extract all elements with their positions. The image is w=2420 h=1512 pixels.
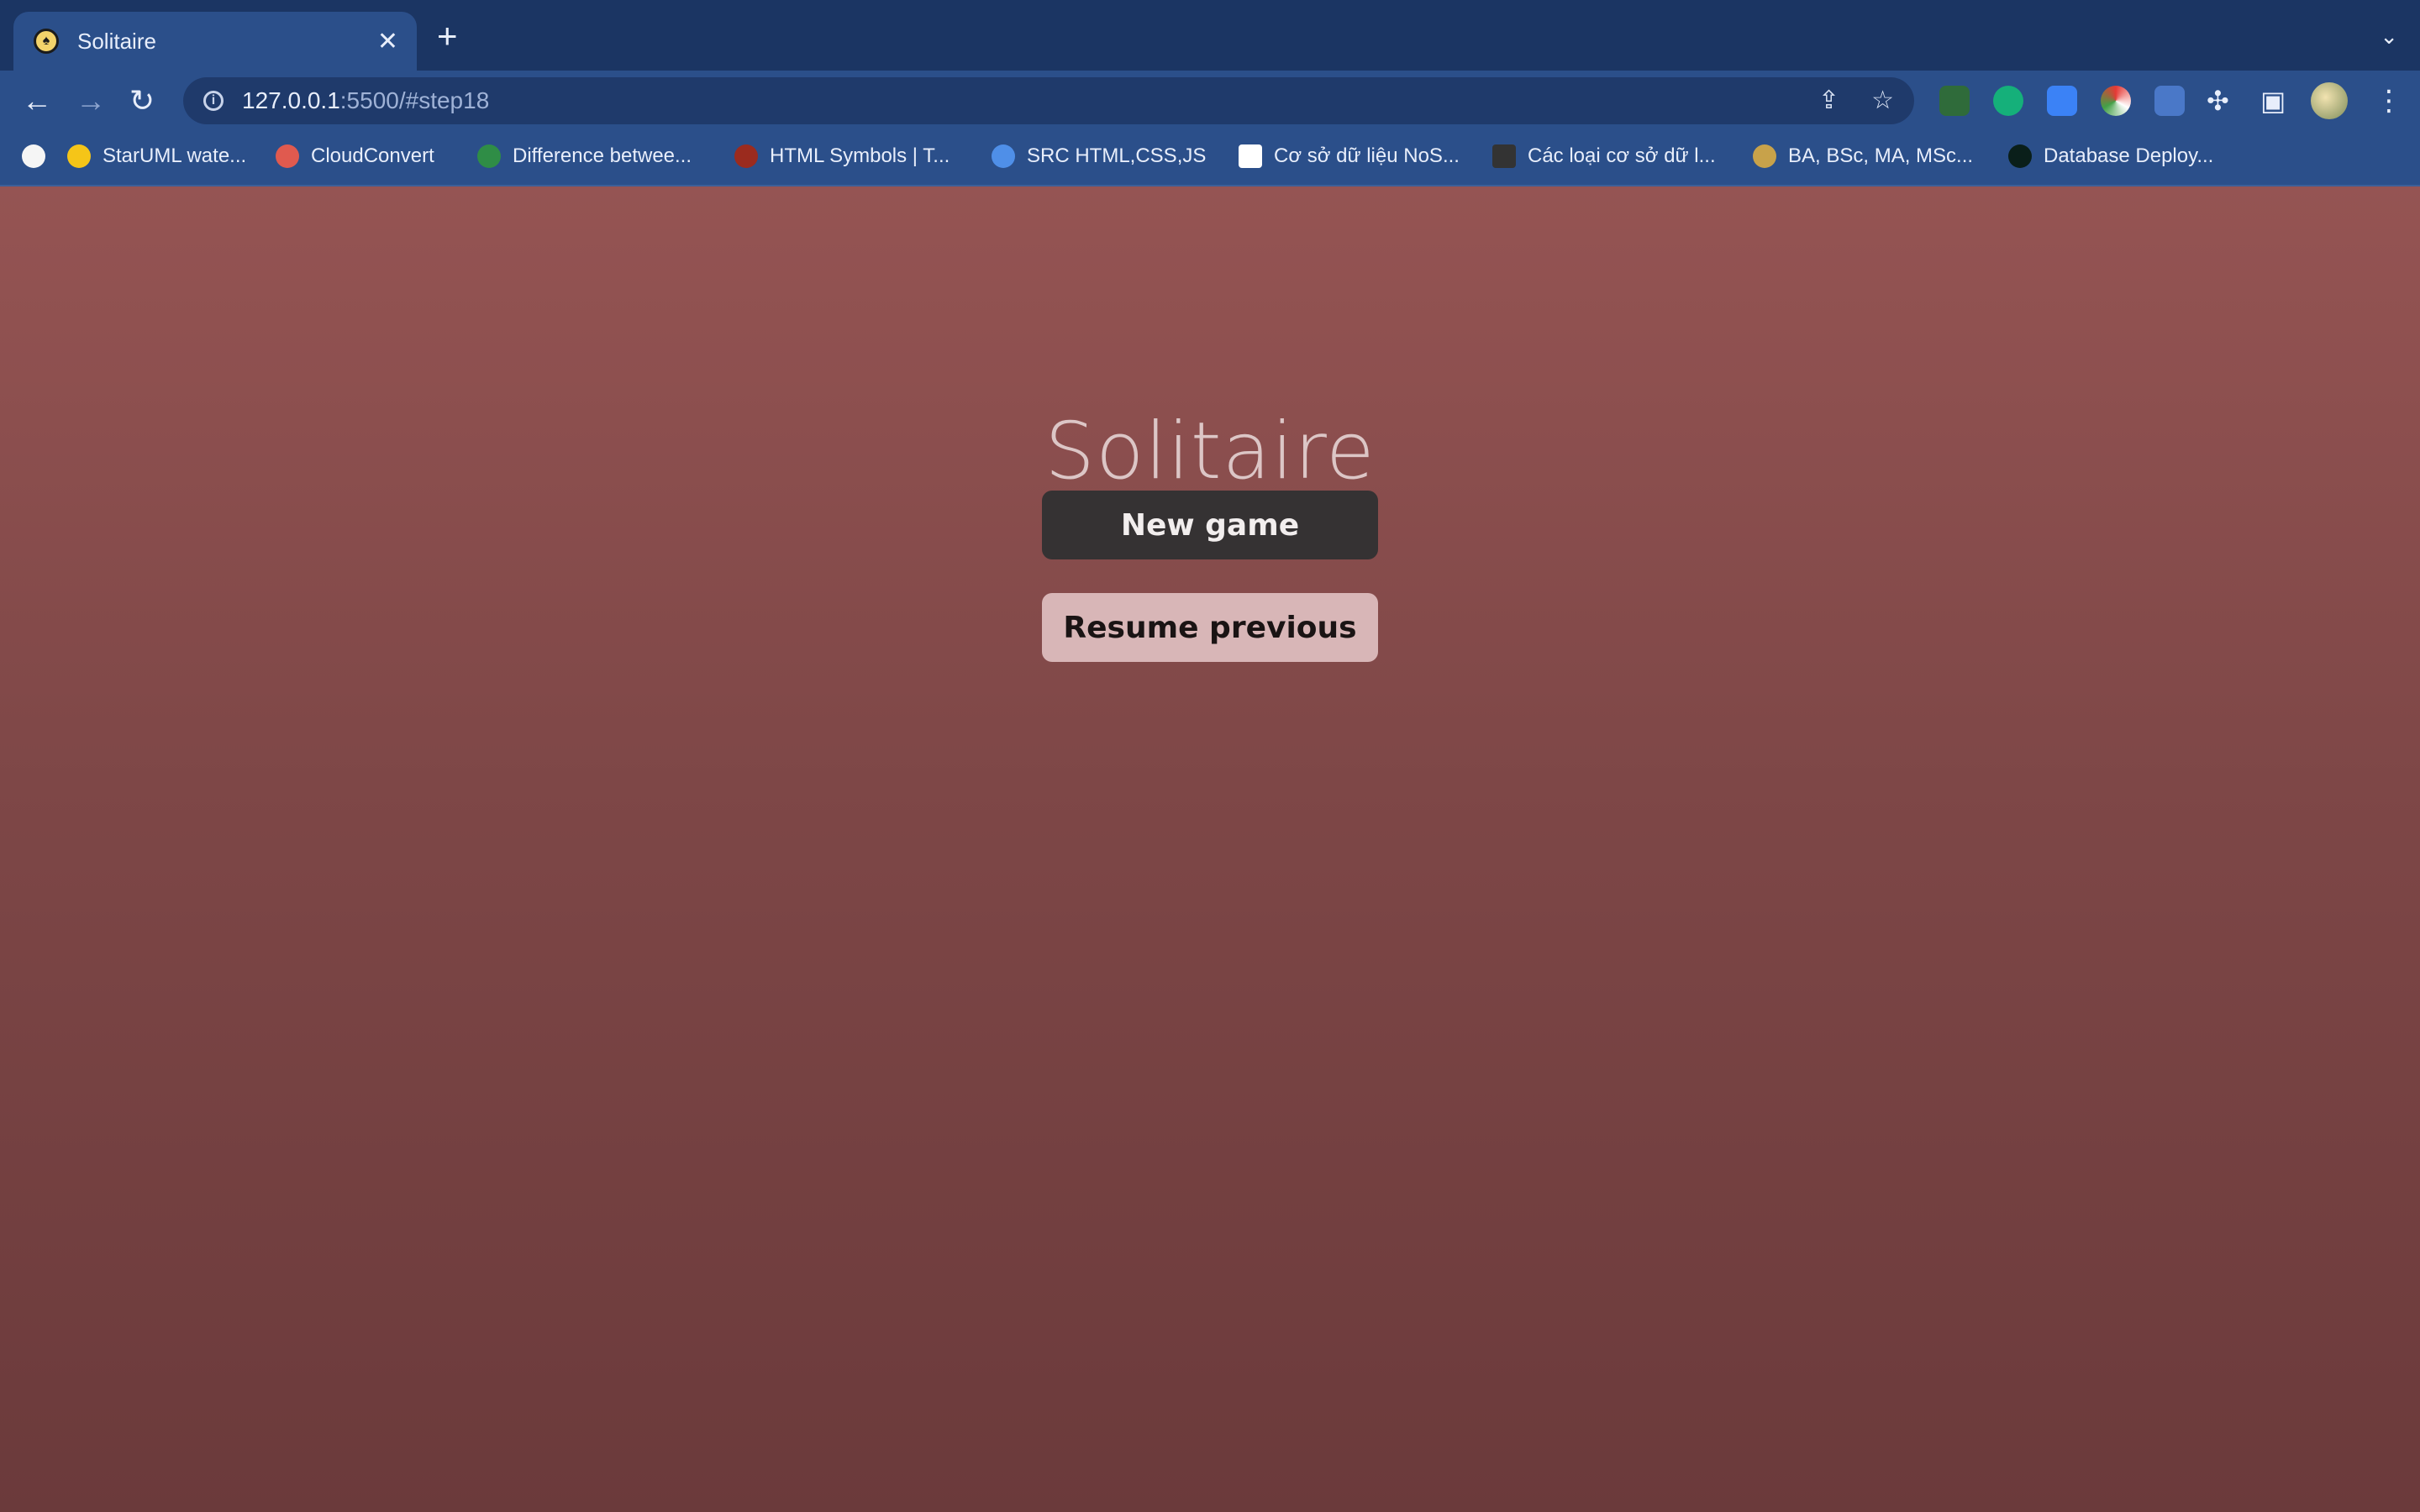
bookmark-item[interactable]: HTML Symbols | T... bbox=[734, 144, 950, 168]
solitaire-page: Solitaire New game Resume previous bbox=[0, 186, 2420, 1512]
page-icon bbox=[1239, 144, 1262, 168]
bookmark-item[interactable]: SRC HTML,CSS,JS bbox=[992, 144, 1206, 168]
color-picker-icon[interactable] bbox=[2101, 86, 2131, 116]
forward-arrow-icon[interactable]: → bbox=[76, 82, 106, 119]
github-icon[interactable] bbox=[22, 144, 57, 168]
bookmark-item[interactable]: Difference betwee... bbox=[477, 144, 692, 168]
browser-toolbar: ← → ↻ i 127.0.0.1:5500/#step18 ⇪ ☆ ✣ ▣ ⋮ bbox=[0, 71, 2420, 131]
bookmark-item[interactable]: CloudConvert bbox=[276, 144, 434, 168]
back-arrow-icon[interactable]: ← bbox=[22, 82, 52, 119]
bookmark-item[interactable]: BA, BSc, MA, MSc... bbox=[1753, 144, 1973, 168]
bookmark-item[interactable]: Cơ sở dữ liệu NoS... bbox=[1239, 144, 1460, 168]
omnibox-actions: ⇪ ☆ bbox=[1818, 86, 1894, 115]
crest-icon bbox=[1753, 144, 1776, 168]
bookmark-label: Database Deploy... bbox=[2044, 144, 2214, 167]
extension-green-icon[interactable] bbox=[1939, 86, 1970, 116]
browser-chrome: ♠ Solitaire ✕ + ⌄ ← → ↻ i 127.0.0.1:5500… bbox=[0, 0, 2420, 186]
reload-icon[interactable]: ↻ bbox=[129, 82, 155, 119]
bookmark-label: CloudConvert bbox=[311, 144, 434, 167]
bookmark-item[interactable]: StarUML wate... bbox=[67, 144, 246, 168]
bookmark-star-icon[interactable]: ☆ bbox=[1871, 86, 1894, 115]
mongodb-leaf-icon bbox=[2008, 144, 2032, 168]
bookmark-label: StarUML wate... bbox=[103, 144, 247, 167]
grammarly-icon[interactable] bbox=[1993, 86, 2023, 116]
share-icon[interactable]: ⇪ bbox=[1818, 86, 1839, 115]
tab-strip: ♠ Solitaire ✕ + ⌄ bbox=[0, 0, 2420, 71]
bookmarks-bar: StarUML wate... CloudConvert Difference … bbox=[0, 131, 2420, 186]
password-manager-icon[interactable] bbox=[2047, 86, 2077, 116]
cn-icon bbox=[992, 144, 1015, 168]
browser-menu-icon[interactable]: ⋮ bbox=[2375, 84, 2403, 118]
solitaire-favicon-icon: ♠ bbox=[34, 29, 59, 54]
site-info-icon[interactable]: i bbox=[203, 91, 224, 111]
tab-title: Solitaire bbox=[77, 28, 156, 54]
side-panel-icon[interactable]: ▣ bbox=[2260, 82, 2286, 119]
page-title: Solitaire bbox=[1044, 405, 1376, 497]
url-text[interactable]: 127.0.0.1:5500/#step18 bbox=[242, 87, 489, 114]
github-logo-icon bbox=[22, 144, 45, 168]
extensions-puzzle-icon[interactable]: ✣ bbox=[2207, 82, 2229, 119]
dark-page-icon bbox=[1492, 144, 1516, 168]
new-game-button[interactable]: New game bbox=[1042, 491, 1378, 559]
bookmark-label: Difference betwee... bbox=[513, 144, 692, 167]
cloudconvert-icon bbox=[276, 144, 299, 168]
bookmark-item[interactable]: Các loại cơ sở dữ l... bbox=[1492, 144, 1716, 168]
bookmark-label: Các loại cơ sở dữ l... bbox=[1528, 144, 1716, 167]
star-icon bbox=[67, 144, 91, 168]
bookmark-label: BA, BSc, MA, MSc... bbox=[1788, 144, 1974, 167]
close-tab-icon[interactable]: ✕ bbox=[377, 27, 398, 56]
w3schools-icon bbox=[734, 144, 758, 168]
geeksforgeeks-icon bbox=[477, 144, 501, 168]
resume-previous-button[interactable]: Resume previous bbox=[1042, 593, 1378, 662]
url-host: 127.0.0.1 bbox=[242, 87, 340, 113]
url-path: :5500/#step18 bbox=[339, 87, 490, 113]
bookmark-item[interactable]: Database Deploy... bbox=[2008, 144, 2213, 168]
bookmark-label: SRC HTML,CSS,JS bbox=[1027, 144, 1207, 167]
bookmark-label: HTML Symbols | T... bbox=[770, 144, 950, 167]
profile-avatar[interactable] bbox=[2311, 82, 2348, 119]
new-tab-button[interactable]: + bbox=[437, 18, 458, 54]
address-bar[interactable]: i 127.0.0.1:5500/#step18 ⇪ ☆ bbox=[183, 77, 1914, 124]
bookmark-label: Cơ sở dữ liệu NoS... bbox=[1274, 144, 1460, 167]
tab-search-button[interactable]: ⌄ bbox=[2380, 24, 2398, 50]
translate-icon[interactable] bbox=[2154, 86, 2185, 116]
browser-tab[interactable]: ♠ Solitaire ✕ bbox=[13, 12, 417, 71]
